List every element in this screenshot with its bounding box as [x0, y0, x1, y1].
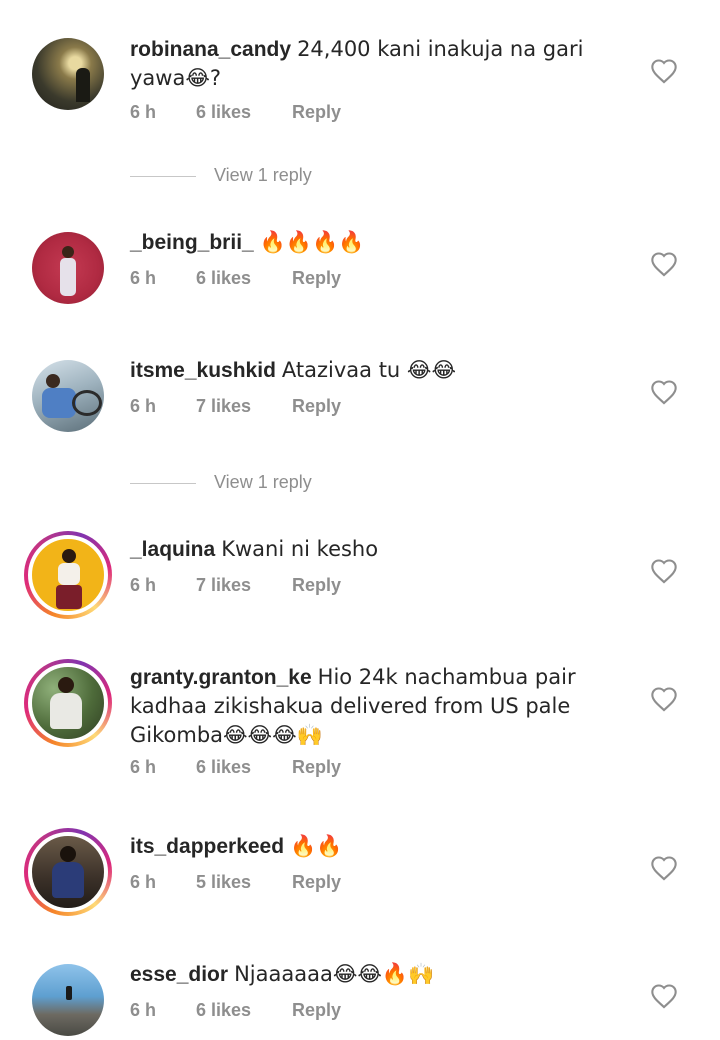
comment-body: granty.granton_ke Hio 24k nachambua pair …: [130, 663, 600, 750]
heart-icon[interactable]: [650, 686, 678, 712]
comment-username[interactable]: granty.granton_ke: [130, 666, 312, 689]
view-replies-button[interactable]: View 1 reply: [130, 472, 312, 493]
comment-username[interactable]: _being_brii_: [130, 231, 254, 254]
avatar[interactable]: [32, 38, 104, 110]
view-replies-label: View 1 reply: [214, 472, 312, 492]
avatar: [28, 663, 108, 743]
comment-meta: 6 h 6 likes Reply: [130, 757, 341, 778]
comment-time: 6 h: [130, 268, 157, 288]
comment-meta: 6 h 7 likes Reply: [130, 575, 341, 596]
comment-text: Njaaaaaa😂😂🔥🙌: [234, 962, 435, 986]
avatar[interactable]: [32, 232, 104, 304]
comment-time: 6 h: [130, 102, 157, 122]
comment-likes[interactable]: 7 likes: [196, 575, 292, 596]
reply-button[interactable]: Reply: [292, 872, 341, 893]
reply-button[interactable]: Reply: [292, 396, 341, 417]
comment-meta: 6 h 6 likes Reply: [130, 102, 341, 123]
reply-button[interactable]: Reply: [292, 268, 341, 289]
comment-body: _being_brii_ 🔥🔥🔥🔥: [130, 228, 600, 257]
comment-likes[interactable]: 6 likes: [196, 757, 292, 778]
comment-body: _laquina Kwani ni kesho: [130, 535, 600, 564]
avatar: [28, 832, 108, 912]
avatar-story-ring[interactable]: [24, 828, 112, 916]
comment-text: 🔥🔥🔥🔥: [259, 230, 365, 254]
comment-meta: 6 h 6 likes Reply: [130, 268, 341, 289]
comment-time: 6 h: [130, 575, 157, 595]
comment-likes[interactable]: 6 likes: [196, 1000, 292, 1021]
comment-likes[interactable]: 6 likes: [196, 102, 292, 123]
comment-meta: 6 h 7 likes Reply: [130, 396, 341, 417]
comment-body: itsme_kushkid Atazivaa tu 😂😂: [130, 356, 600, 385]
comment-text: Kwani ni kesho: [221, 537, 379, 561]
avatar[interactable]: [32, 360, 104, 432]
reply-button[interactable]: Reply: [292, 757, 341, 778]
view-replies-button[interactable]: View 1 reply: [130, 165, 312, 186]
comment-time: 6 h: [130, 396, 157, 416]
heart-icon[interactable]: [650, 58, 678, 84]
comment-likes[interactable]: 7 likes: [196, 396, 292, 417]
comment-username[interactable]: robinana_candy: [130, 38, 291, 61]
comment-meta: 6 h 5 likes Reply: [130, 872, 341, 893]
avatar[interactable]: [32, 964, 104, 1036]
comment-body: its_dapperkeed 🔥🔥: [130, 832, 600, 861]
comment-username[interactable]: _laquina: [130, 538, 215, 561]
comment-text: 🔥🔥: [290, 834, 343, 858]
heart-icon[interactable]: [650, 855, 678, 881]
comment-username[interactable]: its_dapperkeed: [130, 835, 284, 858]
comment-body: esse_dior Njaaaaaa😂😂🔥🙌: [130, 960, 600, 989]
comment-body: robinana_candy 24,400 kani inakuja na gar…: [130, 35, 600, 93]
reply-button[interactable]: Reply: [292, 1000, 341, 1021]
comment-likes[interactable]: 5 likes: [196, 872, 292, 893]
heart-icon[interactable]: [650, 251, 678, 277]
avatar: [28, 535, 108, 615]
heart-icon[interactable]: [650, 379, 678, 405]
view-replies-label: View 1 reply: [214, 165, 312, 185]
comment-username[interactable]: esse_dior: [130, 963, 228, 986]
comment-time: 6 h: [130, 1000, 157, 1020]
reply-button[interactable]: Reply: [292, 102, 341, 123]
divider: [130, 482, 196, 484]
reply-button[interactable]: Reply: [292, 575, 341, 596]
comment-text: Atazivaa tu 😂😂: [281, 358, 456, 382]
avatar-story-ring[interactable]: [24, 531, 112, 619]
comment-meta: 6 h 6 likes Reply: [130, 1000, 341, 1021]
heart-icon[interactable]: [650, 558, 678, 584]
comment-username[interactable]: itsme_kushkid: [130, 359, 276, 382]
comment-time: 6 h: [130, 757, 157, 777]
heart-icon[interactable]: [650, 983, 678, 1009]
divider: [130, 175, 196, 177]
avatar-story-ring[interactable]: [24, 659, 112, 747]
comment-likes[interactable]: 6 likes: [196, 268, 292, 289]
comment-time: 6 h: [130, 872, 157, 892]
